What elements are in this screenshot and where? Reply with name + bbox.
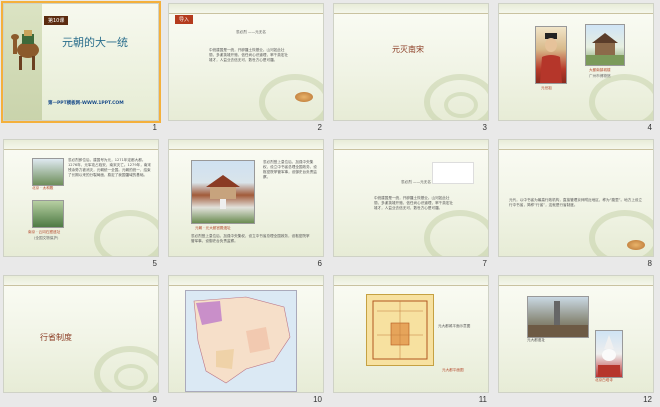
photo-caption: 元朝 · 元大都宫殿遗址 [195,226,231,230]
slide-number: 7 [482,259,487,268]
slide-4[interactable]: 元世祖 大都南镇城楼 广州市博物馆 [498,3,654,121]
emperor-portrait-image [535,26,567,84]
top-line [334,13,488,14]
poem-text: 中统建国是一统，开辟疆土恢基业。山河如此壮丽，多谢英雄开驰，信任尚心识道理，率千… [374,196,454,210]
slide-number: 12 [643,395,652,404]
slide-5[interactable]: 北京 · 太和殿 南京 · 云冈石窟遗址 (全国文物保护) 忽必烈即位后，建国号… [3,139,159,257]
slide-10[interactable] [168,275,324,393]
swirl-decoration [444,92,478,118]
top-line [169,149,323,150]
bottom-photo-caption-2: (全国文物保护) [34,236,59,240]
footer-text: 第一PPT模板网-WWW.1PPT.COM [48,101,124,106]
slide-title: 元朝的大一统 [62,36,128,49]
top-line [4,285,158,286]
slide-number: 3 [482,123,487,132]
slide-thumb-1[interactable]: 第10课 元朝的大一统 第一PPT模板网-WWW.1PPT.COM 1 [0,0,165,135]
plan-caption: 元大都平面图 [442,368,464,372]
swirl-decoration [94,210,158,256]
slide-thumb-7[interactable]: 忽必烈 ——元无名 中统建国是一统，开辟疆土恢基业。山河如此壮丽，多谢英雄开驰，… [330,136,495,271]
slide-number: 1 [152,123,157,132]
swirl-decoration [259,74,323,120]
slide-number: 4 [647,123,652,132]
slide-thumb-10[interactable]: 10 [165,272,330,407]
slide-sorter-grid: 第10课 元朝的大一统 第一PPT模板网-WWW.1PPT.COM 1 导入 忽… [0,0,660,406]
section-title: 元灭南宋 [392,45,424,54]
swirl-decoration [589,74,653,120]
slide-thumb-11[interactable]: 元大都城平面示意图 元大都平面图 11 [330,272,495,407]
swirl-decoration [114,364,148,390]
slide-number: 6 [317,259,322,268]
slide-3[interactable]: 元灭南宋 [333,3,489,121]
grotto-photo-image [32,200,64,228]
swirl-decoration [589,210,653,256]
swirl-decoration [424,210,488,256]
body-text: 忽必烈即位后，建国号为元，1271年定都大都。1276年，元军攻占临安，南宋灭亡… [68,158,151,177]
slide-thumb-4[interactable]: 元世祖 大都南镇城楼 广州市博物馆 4 [495,0,660,135]
ruins-photo-image [527,296,589,338]
side-text: 忽必烈登上皇位后，加强中央集权，设立中书省总理全国政务，设枢密院掌管军事，设御史… [263,160,317,179]
tower-caption: 大都南镇城楼 [589,68,611,72]
bottom-text: 忽必烈登上皇位后，加强中央集权，设立中书省总理全国政务，设枢密院掌管军事，设御史… [191,234,310,243]
slide-8[interactable]: 元代，以中书省为最高行政机构，直接管理京师附近地区，称为“腹里”。地方上设立行中… [498,139,654,257]
top-line [499,285,653,286]
slide-thumb-3[interactable]: 元灭南宋 3 [330,0,495,135]
top-line [499,13,653,14]
top-line [499,149,653,150]
section-title: 行省制度 [40,333,72,342]
slide-number: 2 [317,123,322,132]
top-line [334,149,488,150]
slide-12[interactable]: 元大都遗址 北京白塔寺 [498,275,654,393]
slide-number: 8 [647,259,652,268]
slide-7[interactable]: 忽必烈 ——元无名 中统建国是一统，开辟疆土恢基业。山河如此壮丽，多谢英雄开驰，… [333,139,489,257]
section-tag: 导入 [175,15,194,24]
slide-1[interactable]: 第10课 元朝的大一统 第一PPT模板网-WWW.1PPT.COM [1,1,161,123]
blank-box [432,162,474,184]
camel-figure-icon [10,28,42,74]
body-text: 元代，以中书省为最高行政机构，直接管理京师附近地区，称为“腹里”。地方上设立行中… [509,198,643,207]
slide-thumb-6[interactable]: 元朝 · 元大都宫殿遗址 忽必烈登上皇位后，加强中央集权，设立中书省总理全国政务… [165,136,330,271]
slide-thumb-2[interactable]: 导入 忽必烈 ——元无名 中统建国是一统，开辟疆土恢基业。山河如此壮丽，多谢英雄… [165,0,330,135]
top-line [169,13,323,14]
portrait-caption: 元世祖 [541,86,552,90]
yuan-map-image [185,290,297,392]
slide-2[interactable]: 导入 忽必烈 ——元无名 中统建国是一统，开辟疆土恢基业。山河如此壮丽，多谢英雄… [168,3,324,121]
top-line [334,285,488,286]
slide-9[interactable]: 行省制度 [3,275,159,393]
ruins-caption: 元大都遗址 [527,338,545,342]
poem-title: 忽必烈 ——元无名 [236,30,266,34]
top-line [4,149,158,150]
slide-6[interactable]: 元朝 · 元大都宫殿遗址 忽必烈登上皇位后，加强中央集权，设立中书省总理全国政务… [168,139,324,257]
slide-thumb-8[interactable]: 元代，以中书省为最高行政机构，直接管理京师附近地区，称为“腹里”。地方上设立行中… [495,136,660,271]
slide-thumb-9[interactable]: 行省制度 9 [0,272,165,407]
lesson-tag: 第10课 [44,16,69,25]
side-text: 元大都城平面示意图 [438,324,471,328]
slide-number: 5 [152,259,157,268]
slide-thumb-12[interactable]: 元大都遗址 北京白塔寺 12 [495,272,660,407]
slide-11[interactable]: 元大都城平面示意图 元大都平面图 [333,275,489,393]
tower-photo-image [585,24,625,66]
poem-title: 忽必烈 ——元无名 [401,180,431,184]
slide-number: 9 [152,395,157,404]
palace-ruins-photo-image [191,160,255,224]
bottom-photo-caption: 南京 · 云冈石窟遗址 [28,230,61,234]
white-pagoda-photo-image [595,330,623,378]
top-line [169,285,323,286]
palace-photo-image [32,158,64,186]
slide-number: 10 [313,395,322,404]
top-photo-caption: 北京 · 太和殿 [32,186,54,190]
pagoda-caption: 北京白塔寺 [595,378,613,382]
poem-text: 中统建国是一统，开辟疆土恢基业。山河如此壮丽，多谢英雄开驰，信任尚心识道理，率千… [209,48,289,62]
slide-number: 11 [478,395,487,404]
slide-thumb-5[interactable]: 北京 · 太和殿 南京 · 云冈石窟遗址 (全国文物保护) 忽必烈即位后，建国号… [0,136,165,271]
dadu-plan-image [366,294,434,366]
